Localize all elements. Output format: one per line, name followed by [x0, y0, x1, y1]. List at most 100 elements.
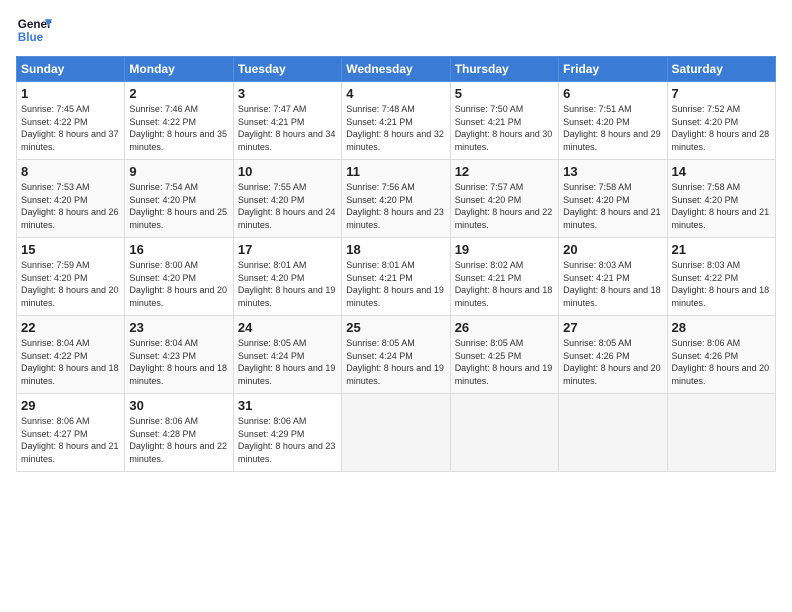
- calendar-cell: [667, 394, 775, 472]
- calendar-cell: 29 Sunrise: 8:06 AMSunset: 4:27 PMDaylig…: [17, 394, 125, 472]
- calendar-cell: 5 Sunrise: 7:50 AMSunset: 4:21 PMDayligh…: [450, 82, 558, 160]
- day-info: Sunrise: 8:05 AMSunset: 4:26 PMDaylight:…: [563, 337, 662, 387]
- calendar-cell: 18 Sunrise: 8:01 AMSunset: 4:21 PMDaylig…: [342, 238, 450, 316]
- calendar-cell: 11 Sunrise: 7:56 AMSunset: 4:20 PMDaylig…: [342, 160, 450, 238]
- day-info: Sunrise: 8:04 AMSunset: 4:22 PMDaylight:…: [21, 337, 120, 387]
- calendar-cell: 9 Sunrise: 7:54 AMSunset: 4:20 PMDayligh…: [125, 160, 233, 238]
- calendar-cell: 25 Sunrise: 8:05 AMSunset: 4:24 PMDaylig…: [342, 316, 450, 394]
- day-number: 25: [346, 320, 445, 335]
- calendar-cell: 17 Sunrise: 8:01 AMSunset: 4:20 PMDaylig…: [233, 238, 341, 316]
- weekday-header-friday: Friday: [559, 57, 667, 82]
- day-info: Sunrise: 7:47 AMSunset: 4:21 PMDaylight:…: [238, 103, 337, 153]
- calendar-cell: 8 Sunrise: 7:53 AMSunset: 4:20 PMDayligh…: [17, 160, 125, 238]
- calendar-table: SundayMondayTuesdayWednesdayThursdayFrid…: [16, 56, 776, 472]
- day-info: Sunrise: 7:52 AMSunset: 4:20 PMDaylight:…: [672, 103, 771, 153]
- calendar-cell: 31 Sunrise: 8:06 AMSunset: 4:29 PMDaylig…: [233, 394, 341, 472]
- calendar-cell: 23 Sunrise: 8:04 AMSunset: 4:23 PMDaylig…: [125, 316, 233, 394]
- day-number: 14: [672, 164, 771, 179]
- day-number: 27: [563, 320, 662, 335]
- day-number: 11: [346, 164, 445, 179]
- day-number: 23: [129, 320, 228, 335]
- day-info: Sunrise: 8:06 AMSunset: 4:29 PMDaylight:…: [238, 415, 337, 465]
- day-info: Sunrise: 7:53 AMSunset: 4:20 PMDaylight:…: [21, 181, 120, 231]
- logo: General Blue: [16, 12, 52, 48]
- day-number: 24: [238, 320, 337, 335]
- calendar-cell: 10 Sunrise: 7:55 AMSunset: 4:20 PMDaylig…: [233, 160, 341, 238]
- calendar-cell: 24 Sunrise: 8:05 AMSunset: 4:24 PMDaylig…: [233, 316, 341, 394]
- weekday-header-wednesday: Wednesday: [342, 57, 450, 82]
- day-number: 10: [238, 164, 337, 179]
- calendar-cell: 1 Sunrise: 7:45 AMSunset: 4:22 PMDayligh…: [17, 82, 125, 160]
- calendar-cell: [342, 394, 450, 472]
- day-info: Sunrise: 7:58 AMSunset: 4:20 PMDaylight:…: [672, 181, 771, 231]
- svg-text:Blue: Blue: [18, 31, 44, 44]
- calendar-cell: 19 Sunrise: 8:02 AMSunset: 4:21 PMDaylig…: [450, 238, 558, 316]
- calendar-cell: 22 Sunrise: 8:04 AMSunset: 4:22 PMDaylig…: [17, 316, 125, 394]
- day-info: Sunrise: 7:46 AMSunset: 4:22 PMDaylight:…: [129, 103, 228, 153]
- calendar-cell: [450, 394, 558, 472]
- day-number: 20: [563, 242, 662, 257]
- day-info: Sunrise: 7:51 AMSunset: 4:20 PMDaylight:…: [563, 103, 662, 153]
- calendar-cell: [559, 394, 667, 472]
- day-number: 3: [238, 86, 337, 101]
- day-info: Sunrise: 8:04 AMSunset: 4:23 PMDaylight:…: [129, 337, 228, 387]
- weekday-header-thursday: Thursday: [450, 57, 558, 82]
- day-number: 21: [672, 242, 771, 257]
- day-number: 5: [455, 86, 554, 101]
- calendar-cell: 7 Sunrise: 7:52 AMSunset: 4:20 PMDayligh…: [667, 82, 775, 160]
- day-number: 29: [21, 398, 120, 413]
- day-info: Sunrise: 8:03 AMSunset: 4:22 PMDaylight:…: [672, 259, 771, 309]
- day-number: 26: [455, 320, 554, 335]
- day-number: 12: [455, 164, 554, 179]
- calendar-cell: 12 Sunrise: 7:57 AMSunset: 4:20 PMDaylig…: [450, 160, 558, 238]
- calendar-cell: 2 Sunrise: 7:46 AMSunset: 4:22 PMDayligh…: [125, 82, 233, 160]
- weekday-header-monday: Monday: [125, 57, 233, 82]
- calendar-cell: 16 Sunrise: 8:00 AMSunset: 4:20 PMDaylig…: [125, 238, 233, 316]
- day-info: Sunrise: 8:00 AMSunset: 4:20 PMDaylight:…: [129, 259, 228, 309]
- day-info: Sunrise: 8:05 AMSunset: 4:24 PMDaylight:…: [238, 337, 337, 387]
- day-info: Sunrise: 8:06 AMSunset: 4:26 PMDaylight:…: [672, 337, 771, 387]
- weekday-header-tuesday: Tuesday: [233, 57, 341, 82]
- day-number: 31: [238, 398, 337, 413]
- day-info: Sunrise: 8:06 AMSunset: 4:28 PMDaylight:…: [129, 415, 228, 465]
- day-info: Sunrise: 8:02 AMSunset: 4:21 PMDaylight:…: [455, 259, 554, 309]
- day-info: Sunrise: 7:58 AMSunset: 4:20 PMDaylight:…: [563, 181, 662, 231]
- calendar-cell: 20 Sunrise: 8:03 AMSunset: 4:21 PMDaylig…: [559, 238, 667, 316]
- day-info: Sunrise: 8:05 AMSunset: 4:25 PMDaylight:…: [455, 337, 554, 387]
- day-number: 18: [346, 242, 445, 257]
- day-info: Sunrise: 8:05 AMSunset: 4:24 PMDaylight:…: [346, 337, 445, 387]
- day-info: Sunrise: 8:01 AMSunset: 4:21 PMDaylight:…: [346, 259, 445, 309]
- day-info: Sunrise: 7:54 AMSunset: 4:20 PMDaylight:…: [129, 181, 228, 231]
- day-info: Sunrise: 8:03 AMSunset: 4:21 PMDaylight:…: [563, 259, 662, 309]
- calendar-cell: 4 Sunrise: 7:48 AMSunset: 4:21 PMDayligh…: [342, 82, 450, 160]
- day-number: 9: [129, 164, 228, 179]
- day-number: 7: [672, 86, 771, 101]
- day-number: 16: [129, 242, 228, 257]
- day-number: 19: [455, 242, 554, 257]
- day-info: Sunrise: 8:01 AMSunset: 4:20 PMDaylight:…: [238, 259, 337, 309]
- day-info: Sunrise: 7:57 AMSunset: 4:20 PMDaylight:…: [455, 181, 554, 231]
- day-number: 4: [346, 86, 445, 101]
- day-number: 8: [21, 164, 120, 179]
- day-info: Sunrise: 7:50 AMSunset: 4:21 PMDaylight:…: [455, 103, 554, 153]
- calendar-cell: 6 Sunrise: 7:51 AMSunset: 4:20 PMDayligh…: [559, 82, 667, 160]
- day-info: Sunrise: 7:45 AMSunset: 4:22 PMDaylight:…: [21, 103, 120, 153]
- weekday-header-saturday: Saturday: [667, 57, 775, 82]
- calendar-cell: 13 Sunrise: 7:58 AMSunset: 4:20 PMDaylig…: [559, 160, 667, 238]
- day-number: 2: [129, 86, 228, 101]
- day-info: Sunrise: 7:55 AMSunset: 4:20 PMDaylight:…: [238, 181, 337, 231]
- day-number: 15: [21, 242, 120, 257]
- calendar-cell: 21 Sunrise: 8:03 AMSunset: 4:22 PMDaylig…: [667, 238, 775, 316]
- weekday-header-sunday: Sunday: [17, 57, 125, 82]
- day-info: Sunrise: 7:59 AMSunset: 4:20 PMDaylight:…: [21, 259, 120, 309]
- day-number: 22: [21, 320, 120, 335]
- day-info: Sunrise: 7:56 AMSunset: 4:20 PMDaylight:…: [346, 181, 445, 231]
- day-number: 6: [563, 86, 662, 101]
- day-number: 1: [21, 86, 120, 101]
- day-number: 28: [672, 320, 771, 335]
- day-info: Sunrise: 7:48 AMSunset: 4:21 PMDaylight:…: [346, 103, 445, 153]
- calendar-cell: 26 Sunrise: 8:05 AMSunset: 4:25 PMDaylig…: [450, 316, 558, 394]
- day-number: 17: [238, 242, 337, 257]
- calendar-cell: 30 Sunrise: 8:06 AMSunset: 4:28 PMDaylig…: [125, 394, 233, 472]
- calendar-cell: 3 Sunrise: 7:47 AMSunset: 4:21 PMDayligh…: [233, 82, 341, 160]
